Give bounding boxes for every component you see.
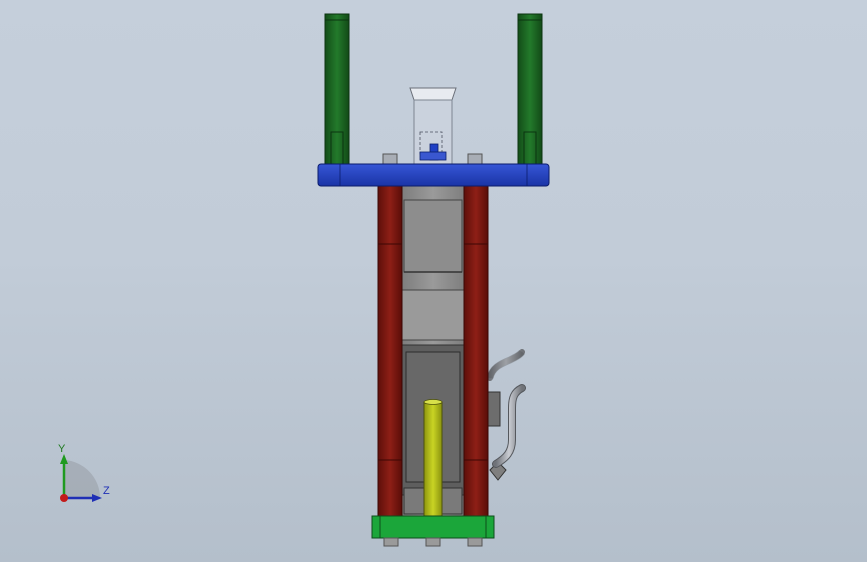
z-axis-label: Z <box>103 485 110 497</box>
tie-rod-left <box>377 185 403 517</box>
core-pin <box>423 399 443 517</box>
y-axis-label: Y <box>58 443 66 455</box>
guide-pillar-right <box>517 13 543 165</box>
mold-assembly-model <box>317 13 550 547</box>
triad-xy-arc <box>64 460 101 498</box>
hopper <box>409 87 457 165</box>
top-plate <box>317 163 550 187</box>
cad-viewport[interactable]: Y Z <box>0 0 867 562</box>
x-axis-dot <box>60 494 68 502</box>
cooling-pipes <box>485 349 526 481</box>
bottom-plate <box>371 515 495 547</box>
guide-pillar-left <box>324 13 350 165</box>
tie-rod-right <box>463 185 489 517</box>
